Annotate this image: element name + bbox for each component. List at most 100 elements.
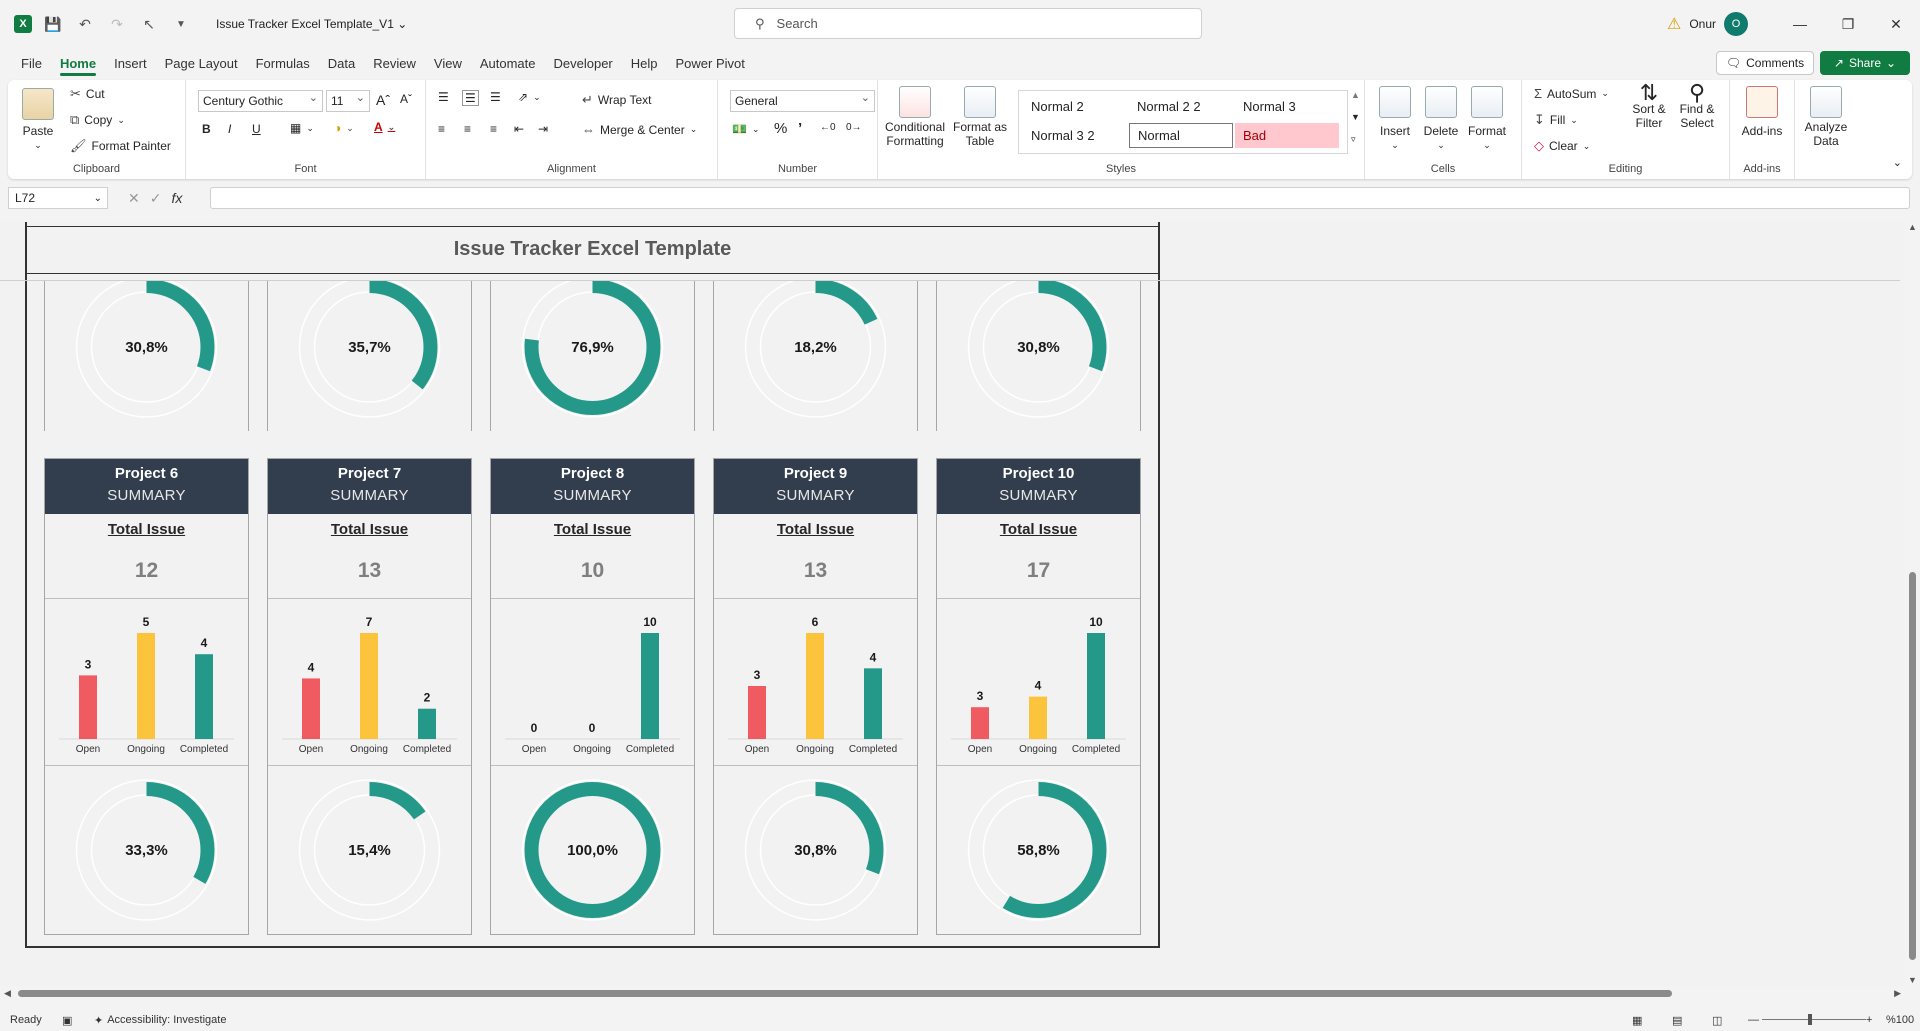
tab-review[interactable]: Review bbox=[364, 48, 425, 78]
undo-icon[interactable]: ↶ bbox=[74, 13, 96, 35]
sort-filter-button[interactable]: ⇅ Sort & Filter bbox=[1626, 82, 1672, 131]
zoom-in-icon[interactable]: + bbox=[1866, 1014, 1872, 1026]
page-layout-view-icon[interactable]: ▤ bbox=[1672, 1014, 1682, 1027]
avatar[interactable]: O bbox=[1724, 12, 1748, 36]
increase-font-icon[interactable]: Aˆ bbox=[376, 92, 390, 108]
scroll-down-icon[interactable]: ▼ bbox=[1908, 975, 1917, 985]
font-color-icon[interactable]: A ⌄ bbox=[374, 120, 395, 134]
zoom-out-icon[interactable]: — bbox=[1748, 1014, 1759, 1026]
increase-decimal-icon[interactable]: ←0 bbox=[820, 122, 836, 133]
warning-icon[interactable]: ⚠ bbox=[1667, 14, 1681, 34]
insert-cells-button[interactable]: Insert ⌄ bbox=[1373, 86, 1417, 152]
gallery-scroll-icon[interactable]: ▲ bbox=[1351, 90, 1360, 100]
tab-formulas[interactable]: Formulas bbox=[247, 48, 319, 78]
tab-power-pivot[interactable]: Power Pivot bbox=[667, 48, 754, 78]
search-input[interactable]: ⚲ Search bbox=[734, 8, 1202, 39]
save-icon[interactable]: 💾 bbox=[42, 13, 64, 35]
align-left-icon[interactable]: ≡ bbox=[438, 122, 445, 136]
fill-button[interactable]: ↧ Fill ⌄ bbox=[1534, 112, 1578, 128]
autosum-button[interactable]: Σ AutoSum ⌄ bbox=[1534, 86, 1609, 101]
cancel-icon[interactable]: ✕ bbox=[128, 190, 140, 207]
style-normal[interactable]: Normal bbox=[1129, 123, 1233, 148]
horizontal-scroll-thumb[interactable] bbox=[18, 990, 1672, 997]
redo-icon[interactable]: ↷ bbox=[106, 13, 128, 35]
zoom-level[interactable]: %100 bbox=[1886, 1014, 1914, 1026]
italic-button[interactable]: I bbox=[228, 122, 231, 136]
analyze-data-button[interactable]: Analyze Data bbox=[1798, 86, 1854, 148]
merge-center-button[interactable]: ⇔ Merge & Center ⌄ bbox=[582, 122, 697, 137]
currency-icon[interactable]: 💵 ⌄ bbox=[732, 122, 760, 136]
fill-color-icon[interactable]: ◑ ⌄ bbox=[334, 121, 354, 135]
decrease-indent-icon[interactable]: ⇤ bbox=[514, 122, 524, 136]
comma-icon[interactable]: ’ bbox=[798, 120, 802, 137]
scroll-left-icon[interactable]: ◀ bbox=[4, 988, 11, 999]
format-as-table-button[interactable]: Format as Table bbox=[952, 86, 1008, 148]
scroll-up-icon[interactable]: ▲ bbox=[1908, 222, 1917, 232]
vertical-scroll-thumb[interactable] bbox=[1909, 572, 1916, 960]
tab-insert[interactable]: Insert bbox=[105, 48, 156, 78]
paste-button[interactable]: Paste ⌄ bbox=[16, 88, 60, 152]
normal-view-icon[interactable]: ▦ bbox=[1632, 1014, 1642, 1027]
align-right-icon[interactable]: ≡ bbox=[490, 122, 497, 136]
scroll-right-icon[interactable]: ▶ bbox=[1894, 988, 1901, 999]
copy-button[interactable]: ⧉ Copy ⌄ bbox=[70, 112, 125, 128]
find-select-button[interactable]: ⚲ Find & Select bbox=[1672, 82, 1722, 131]
share-button[interactable]: ↗ Share ⌄ bbox=[1820, 51, 1910, 75]
format-cells-button[interactable]: Format ⌄ bbox=[1465, 86, 1509, 152]
customize-toolbar-icon[interactable]: ▼ bbox=[170, 13, 192, 35]
document-title[interactable]: Issue Tracker Excel Template_V1 ⌄ bbox=[216, 17, 407, 31]
clear-button[interactable]: ◇ Clear ⌄ bbox=[1534, 138, 1590, 154]
style-normal-2-2[interactable]: Normal 2 2 bbox=[1129, 94, 1233, 119]
increase-indent-icon[interactable]: ⇥ bbox=[538, 122, 548, 136]
style-normal-2[interactable]: Normal 2 bbox=[1023, 94, 1127, 119]
close-icon[interactable]: ✕ bbox=[1872, 0, 1920, 48]
macro-icon[interactable]: ▣ bbox=[62, 1014, 72, 1027]
bold-button[interactable]: B bbox=[202, 122, 211, 136]
conditional-formatting-button[interactable]: Conditional Formatting bbox=[884, 86, 946, 148]
enter-icon[interactable]: ✓ bbox=[150, 190, 162, 207]
gallery-down-icon[interactable]: ▼ bbox=[1351, 112, 1360, 122]
decrease-decimal-icon[interactable]: 0→ bbox=[846, 122, 862, 133]
worksheet[interactable]: Issue Tracker Excel Template 30,8% 35,7% 7… bbox=[0, 222, 1905, 987]
format-painter-button[interactable]: 🖌 Format Painter bbox=[70, 138, 171, 154]
pointer-icon[interactable]: ↖ bbox=[138, 13, 160, 35]
align-middle-icon[interactable]: ☰ bbox=[462, 90, 479, 106]
name-box[interactable]: L72 ⌄ bbox=[8, 187, 108, 209]
font-size-dropdown[interactable]: 11 bbox=[326, 90, 370, 112]
addins-button[interactable]: Add-ins bbox=[1736, 86, 1788, 138]
orientation-icon[interactable]: ⇗ ⌄ bbox=[518, 90, 541, 104]
number-format-dropdown[interactable]: General bbox=[730, 90, 875, 112]
horizontal-scrollbar[interactable]: ◀ ▶ bbox=[0, 986, 1905, 1001]
minimize-icon[interactable]: — bbox=[1776, 0, 1824, 48]
style-normal-3[interactable]: Normal 3 bbox=[1235, 94, 1339, 119]
accessibility-button[interactable]: ✦ Accessibility: Investigate bbox=[94, 1014, 226, 1027]
tab-view[interactable]: View bbox=[425, 48, 471, 78]
wrap-text-button[interactable]: ↵ Wrap Text bbox=[582, 92, 651, 108]
tab-file[interactable]: File bbox=[12, 48, 51, 78]
cut-button[interactable]: ✂ Cut bbox=[70, 86, 105, 102]
vertical-scrollbar[interactable]: ▲ ▼ bbox=[1905, 222, 1920, 987]
style-normal-3-2[interactable]: Normal 3 2 bbox=[1023, 123, 1127, 148]
borders-icon[interactable]: ▦ ⌄ bbox=[290, 121, 314, 135]
align-bottom-icon[interactable]: ☰ bbox=[490, 90, 501, 104]
tab-help[interactable]: Help bbox=[622, 48, 667, 78]
comments-button[interactable]: 🗨 Comments bbox=[1716, 51, 1814, 75]
decrease-font-icon[interactable]: Aˇ bbox=[400, 92, 412, 106]
percent-icon[interactable]: % bbox=[774, 120, 787, 137]
tab-page-layout[interactable]: Page Layout bbox=[156, 48, 247, 78]
tab-developer[interactable]: Developer bbox=[545, 48, 622, 78]
page-break-view-icon[interactable]: ◫ bbox=[1712, 1014, 1722, 1027]
tab-automate[interactable]: Automate bbox=[471, 48, 545, 78]
gallery-more-icon[interactable]: ▿ bbox=[1351, 134, 1356, 145]
font-family-dropdown[interactable]: Century Gothic bbox=[198, 90, 323, 112]
align-center-icon[interactable]: ≡ bbox=[464, 122, 471, 136]
zoom-slider-thumb[interactable] bbox=[1808, 1014, 1812, 1025]
delete-cells-button[interactable]: Delete ⌄ bbox=[1419, 86, 1463, 152]
fx-icon[interactable]: fx bbox=[171, 190, 182, 206]
style-bad[interactable]: Bad bbox=[1235, 123, 1339, 148]
tab-data[interactable]: Data bbox=[319, 48, 364, 78]
tab-home[interactable]: Home bbox=[51, 48, 105, 78]
underline-button[interactable]: U bbox=[252, 122, 261, 136]
zoom-slider[interactable] bbox=[1762, 1019, 1866, 1020]
restore-icon[interactable]: ❐ bbox=[1824, 0, 1872, 48]
